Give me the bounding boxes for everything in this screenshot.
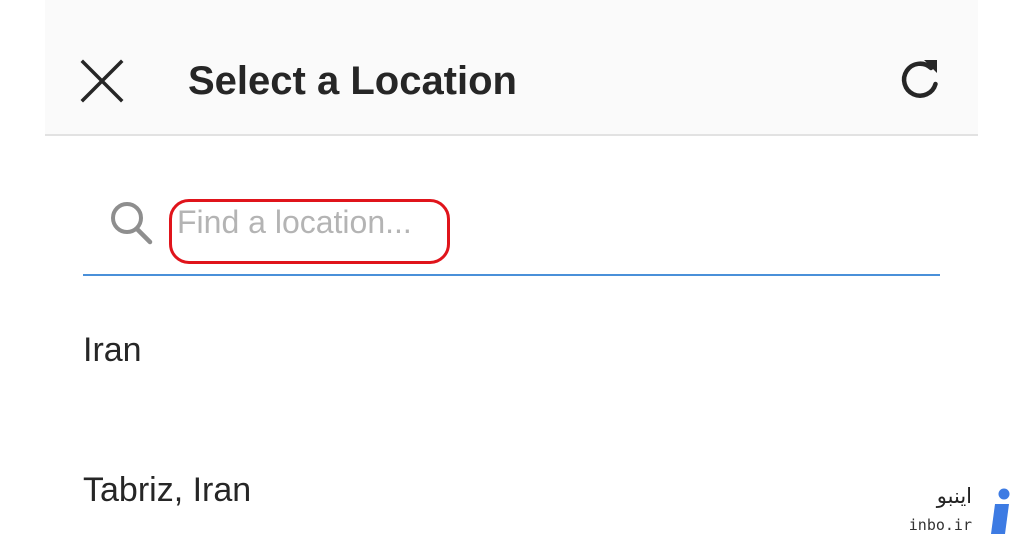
refresh-button[interactable]	[895, 54, 945, 108]
close-button[interactable]	[77, 56, 127, 106]
close-icon	[80, 59, 124, 103]
refresh-icon	[901, 60, 938, 98]
search-underline	[83, 274, 940, 276]
location-item-tabriz[interactable]: Tabriz, Iran	[83, 460, 940, 520]
search-icon	[107, 196, 157, 248]
search-bar	[83, 190, 940, 278]
watermark: اینبو inbo.ir	[909, 484, 1018, 540]
inbo-logo-icon	[991, 488, 1010, 534]
top-bar: Select a Location	[45, 0, 978, 136]
location-item-iran[interactable]: Iran	[83, 320, 940, 380]
search-input[interactable]	[177, 196, 497, 248]
watermark-domain-text: inbo.ir	[908, 516, 972, 534]
page-title: Select a Location	[188, 59, 517, 103]
watermark-persian-text: اینبو	[936, 484, 972, 508]
location-screen: Select a Location Iran Tabriz, Iran	[45, 0, 978, 546]
